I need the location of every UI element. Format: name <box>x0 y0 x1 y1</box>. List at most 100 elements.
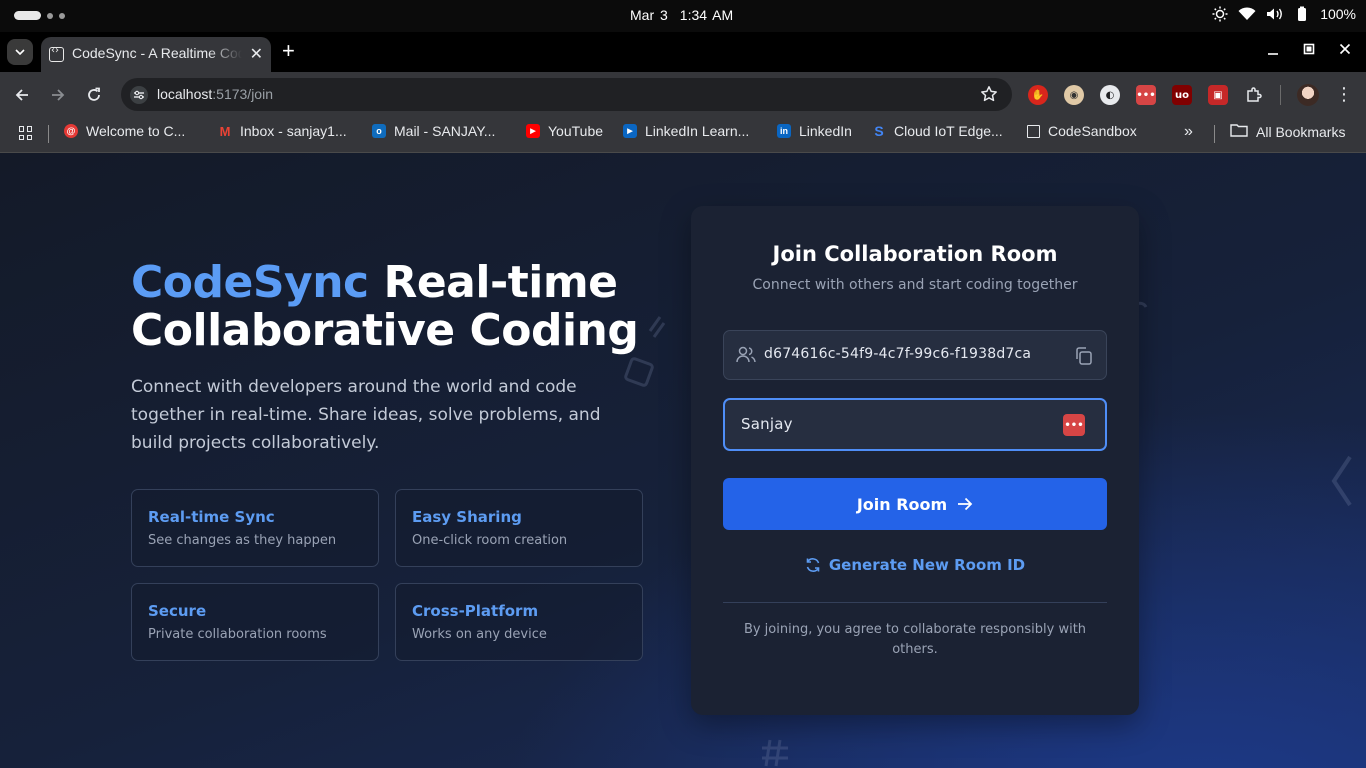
feature-card-realtime-sync: Real-time Sync See changes as they happe… <box>131 489 379 567</box>
hero-title-line-2: Collaborative Coding <box>131 305 639 356</box>
bookmark-label: Welcome to C... <box>86 123 186 139</box>
battery-percent: 100% <box>1320 6 1356 22</box>
generate-room-id-button[interactable]: Generate New Room ID <box>691 556 1139 574</box>
bookmark-linkedin[interactable]: in LinkedIn <box>777 123 852 139</box>
apps-grid-icon[interactable] <box>19 126 33 140</box>
codesync-favicon-icon <box>49 45 64 62</box>
cloud-iot-icon: S <box>874 123 884 139</box>
join-room-card: Join Collaboration Room Connect with oth… <box>691 206 1139 715</box>
feature-description: One-click room creation <box>412 533 568 548</box>
bookmark-label: Inbox - sanjay1... <box>240 123 347 139</box>
join-room-button[interactable]: Join Room <box>723 478 1107 530</box>
extensions-area: ✋ ◉ ◐ ••• uo ▣ ⋮ <box>1028 84 1353 106</box>
bookmarks-bar: @ Welcome to C... M Inbox - sanjay1... o… <box>0 117 1366 153</box>
clock-time: 1:34 AM <box>679 7 734 23</box>
password-manager-icon[interactable]: ••• <box>1136 85 1156 105</box>
bookmark-outlook[interactable]: o Mail - SANJAY... <box>372 123 495 139</box>
all-bookmarks[interactable]: All Bookmarks <box>1230 123 1345 140</box>
bookmark-label: Mail - SANJAY... <box>394 123 496 139</box>
generate-room-id-label: Generate New Room ID <box>828 556 1026 574</box>
card-footer-note: By joining, you agree to collaborate res… <box>743 622 1087 657</box>
bookmark-cloud-iot[interactable]: S Cloud IoT Edge... <box>872 123 1003 139</box>
game-extension-icon[interactable]: ▣ <box>1208 85 1228 105</box>
welcome-icon: @ <box>64 124 78 138</box>
wifi-icon <box>1238 7 1256 21</box>
more-menu-icon[interactable]: ⋮ <box>1335 86 1353 104</box>
password-manager-autofill-icon[interactable]: ••• <box>1063 414 1085 436</box>
join-page: CodeSync Real-time Collaborative Coding … <box>0 153 1366 768</box>
hero-title: CodeSync Real-time Collaborative Coding <box>131 257 639 356</box>
tab-search-button[interactable] <box>7 39 33 65</box>
browser-toolbar: localhost:5173/join ✋ ◉ ◐ ••• uo ▣ ⋮ <box>0 72 1366 117</box>
system-tray[interactable]: 100% <box>1212 6 1356 22</box>
join-room-label: Join Room <box>856 494 948 514</box>
all-bookmarks-label: All Bookmarks <box>1256 123 1346 140</box>
users-icon <box>736 346 756 368</box>
card-subtitle: Connect with others and start coding tog… <box>752 277 1078 293</box>
chevron-decoration-icon <box>1331 455 1352 507</box>
feature-description: Private collaboration rooms <box>148 627 327 642</box>
minimize-icon[interactable] <box>1266 42 1280 56</box>
tab-codesync[interactable]: CodeSync - A Realtime Code Editor ✕ <box>41 37 271 72</box>
username-input[interactable]: Sanjay ••• <box>723 398 1107 451</box>
clock-date: Mar 3 <box>630 7 668 23</box>
hero-title-part: Real-time <box>368 257 618 308</box>
new-tab-button[interactable]: + <box>282 38 295 64</box>
url-text[interactable]: localhost:5173/join <box>157 86 273 102</box>
url-host: localhost <box>157 86 213 102</box>
bookmarks-divider <box>48 125 49 143</box>
bookmark-youtube[interactable]: ▶ YouTube <box>526 123 603 139</box>
copy-icon[interactable] <box>1074 346 1094 370</box>
hash-decoration-icon <box>762 739 788 767</box>
address-bar[interactable]: localhost:5173/join <box>121 78 1012 111</box>
gmail-icon: M <box>219 123 231 139</box>
feature-title: Easy Sharing <box>412 508 522 526</box>
puzzle-extensions-icon[interactable] <box>1244 85 1264 105</box>
card-divider <box>723 602 1107 603</box>
os-top-bar: Mar 3 1:34 AM 100% <box>0 0 1366 32</box>
room-id-field[interactable]: d674616c-54f9-4c7f-99c6-f1938d7ca <box>723 330 1107 380</box>
owl-extension-icon[interactable]: ◉ <box>1064 85 1084 105</box>
bookmark-linkedin-learning[interactable]: ▶ LinkedIn Learn... <box>623 123 749 139</box>
close-icon[interactable]: ✕ <box>250 44 263 64</box>
bookmark-welcome[interactable]: @ Welcome to C... <box>64 123 185 139</box>
window-controls <box>1266 42 1352 56</box>
clock[interactable]: Mar 3 1:34 AM <box>630 7 733 23</box>
bookmark-gmail[interactable]: M Inbox - sanjay1... <box>218 123 347 139</box>
linkedin-icon: in <box>777 124 791 138</box>
card-title: Join Collaboration Room <box>772 242 1058 266</box>
username-value: Sanjay <box>741 415 793 433</box>
feature-card-cross-platform: Cross-Platform Works on any device <box>395 583 643 661</box>
bookmark-label: Cloud IoT Edge... <box>894 123 1003 139</box>
arrow-left-icon <box>15 89 28 101</box>
back-button[interactable] <box>11 84 33 106</box>
arrow-right-icon <box>52 89 65 101</box>
site-info-icon[interactable] <box>130 86 148 104</box>
reload-button[interactable] <box>83 84 105 106</box>
volume-icon <box>1266 7 1284 21</box>
forward-button[interactable] <box>47 84 69 106</box>
youtube-icon: ▶ <box>526 124 540 138</box>
maximize-icon[interactable] <box>1302 42 1316 56</box>
hand-extension-icon[interactable]: ✋ <box>1028 85 1048 105</box>
feature-card-easy-sharing: Easy Sharing One-click room creation <box>395 489 643 567</box>
folder-icon <box>1230 123 1248 140</box>
chevron-down-icon <box>15 49 25 55</box>
hero-description: Connect with developers around the world… <box>131 377 601 453</box>
arrow-right-icon <box>958 497 973 511</box>
bookmarks-divider <box>1214 125 1215 143</box>
chat-extension-icon[interactable]: ◐ <box>1100 85 1120 105</box>
bookmark-star-icon[interactable] <box>980 85 998 107</box>
battery-icon <box>1294 6 1310 22</box>
workspace-indicator[interactable] <box>14 11 65 20</box>
feature-title: Cross-Platform <box>412 602 539 620</box>
bookmark-codesandbox[interactable]: CodeSandbox <box>1027 123 1137 139</box>
hero-brand: CodeSync <box>131 257 369 308</box>
ublock-icon[interactable]: uo <box>1172 85 1192 105</box>
more-bookmarks-icon[interactable]: » <box>1184 123 1193 141</box>
profile-avatar[interactable] <box>1297 84 1319 106</box>
tab-title: CodeSync - A Realtime Code Editor <box>72 45 242 61</box>
linkedin-learning-icon: ▶ <box>623 124 637 138</box>
window-close-icon[interactable] <box>1338 42 1352 56</box>
brightness-icon <box>1212 6 1228 22</box>
